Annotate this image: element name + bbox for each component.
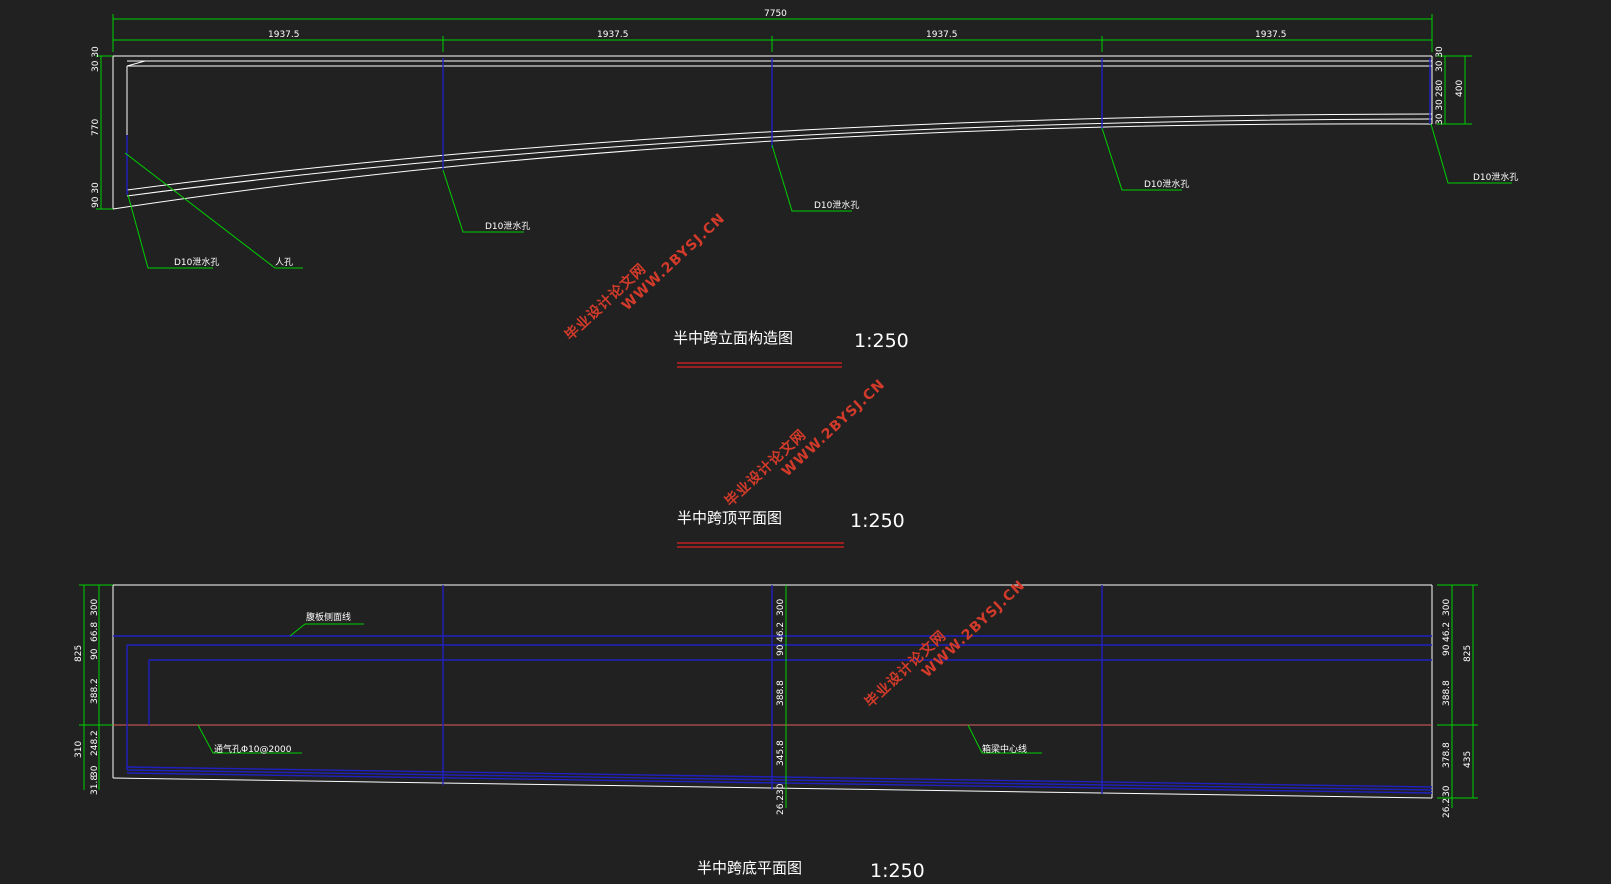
bp-right-dim-5: 388.8 <box>1442 680 1452 706</box>
segment-dim-1: 1937.5 <box>268 30 300 40</box>
bottom-plan-scale: 1:250 <box>870 860 925 882</box>
bottom-plan-title: 半中跨底平面图 <box>697 859 803 877</box>
bp-right-dim-3: 90 <box>1442 644 1452 656</box>
top-plan-title-underline <box>677 542 844 548</box>
top-plan-scale: 1:250 <box>850 510 905 532</box>
bp-mid-dim-4: 388.8 <box>776 680 786 706</box>
overall-dim-label: 7750 <box>764 9 787 19</box>
bp-right-dim-4: 825 <box>1463 644 1473 662</box>
elevation-leaders <box>96 55 1512 269</box>
note-drain-2: D10泄水孔 <box>485 222 531 232</box>
bp-right-dim-7: 435 <box>1463 750 1473 768</box>
note-drain-5: D10泄水孔 <box>1473 173 1519 183</box>
note-manhole: 人孔 <box>275 258 294 268</box>
elev-right-dim-2: 280 <box>1435 79 1445 97</box>
bp-mid-dim-7: 26.2 <box>776 794 786 815</box>
bp-right-dim-6: 378.8 <box>1442 742 1452 768</box>
bp-mid-dim-2: 46.2 <box>776 621 786 642</box>
elev-right-dim-1: 30 30 <box>1435 46 1445 72</box>
bp-left-dim-6: 310 <box>74 740 84 758</box>
note-drain-1: D10泄水孔 <box>174 258 220 268</box>
bp-mid-dim-3: 90 <box>776 644 786 656</box>
bp-left-dim-2: 66.8 <box>90 621 100 642</box>
elevation-scale: 1:250 <box>854 330 909 352</box>
note-drain-4: D10泄水孔 <box>1144 180 1190 190</box>
elev-right-dim-3: 30 30 <box>1435 99 1445 125</box>
bp-left-dim-9: 31.8 <box>90 774 100 795</box>
bp-mid-dim-6: 30 <box>776 783 786 795</box>
top-plan-title: 半中跨顶平面图 <box>677 509 783 527</box>
segment-dim-3: 1937.5 <box>926 30 958 40</box>
bp-right-dim-9: 26.2 <box>1442 797 1452 818</box>
note-vent: 通气孔Φ10@2000 <box>214 745 292 755</box>
bp-left-dim-3: 90 <box>90 648 100 660</box>
elev-right-dim-4: 400 <box>1455 79 1465 97</box>
note-centerline: 箱梁中心线 <box>982 745 1028 755</box>
elevation-drawing <box>96 14 1512 368</box>
bp-right-dim-8: 30 <box>1442 785 1452 797</box>
bp-right-dim-2: 46.2 <box>1442 621 1452 642</box>
diaphragm-lines <box>126 58 1431 195</box>
bp-mid-dim-5: 345.8 <box>776 740 786 766</box>
bp-mid-dim-1: 300 <box>776 598 786 616</box>
elev-left-dim-1: 30 30 <box>91 46 101 72</box>
overall-dimension-line <box>112 14 1433 52</box>
segment-dim-4: 1937.5 <box>1255 30 1287 40</box>
bp-left-dim-7: 248.2 <box>90 730 100 756</box>
elevation-title: 半中跨立面构造图 <box>673 329 794 347</box>
note-drain-3: D10泄水孔 <box>814 201 860 211</box>
bp-left-dim-4: 825 <box>74 644 84 662</box>
note-web-edge: 腹板侧面线 <box>306 613 352 623</box>
bp-right-dim-1: 300 <box>1442 598 1452 616</box>
elevation-title-underline <box>677 362 842 368</box>
bp-left-dim-5: 388.2 <box>90 678 100 704</box>
segment-dim-2: 1937.5 <box>597 30 629 40</box>
bp-left-dim-1: 300 <box>90 598 100 616</box>
elev-left-dim-3: 90 30 <box>91 182 101 208</box>
elev-left-dim-2: 770 <box>91 118 101 136</box>
